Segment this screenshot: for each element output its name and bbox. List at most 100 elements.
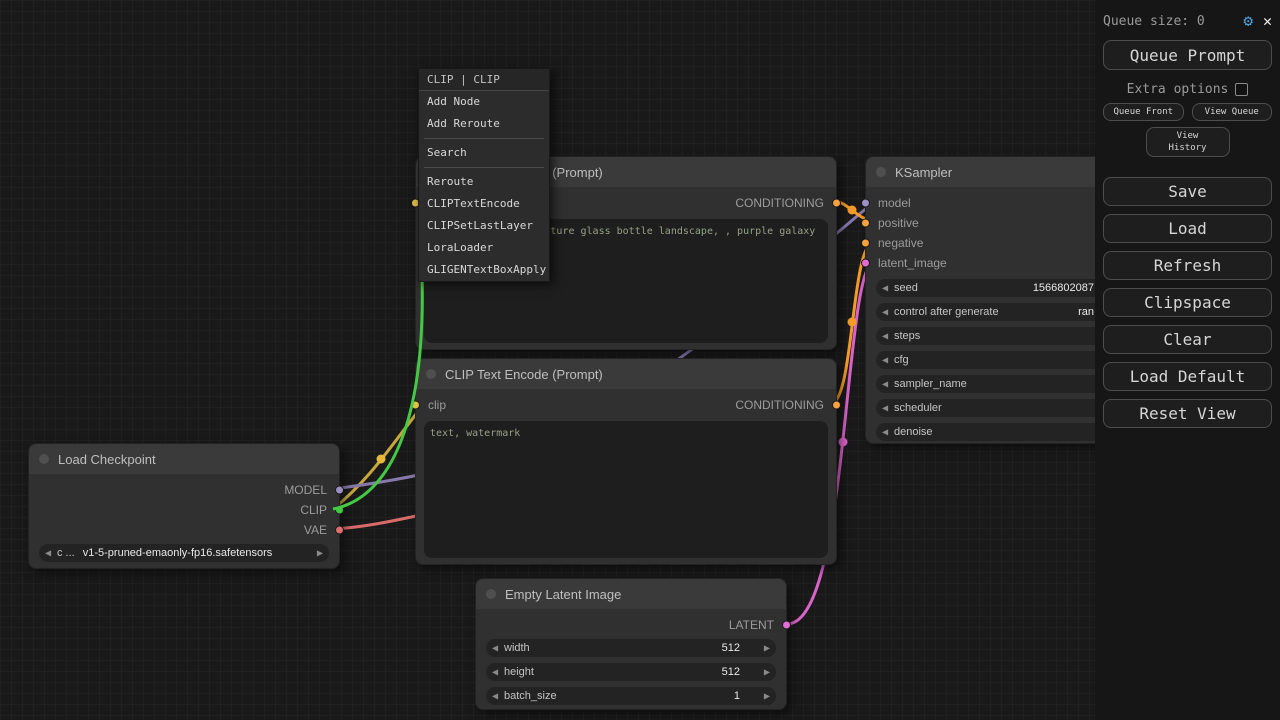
slot-row: clip CONDITIONING (416, 395, 836, 415)
queue-size-label: Queue size: 0 (1103, 14, 1205, 29)
menu-item-gligentextboxapply[interactable]: GLIGENTextBoxApply (419, 259, 549, 281)
clip-slot-dot[interactable] (335, 506, 344, 515)
slot-label: LATENT (729, 618, 774, 632)
node-load-checkpoint[interactable]: Load Checkpoint MODEL CLIP VAE c ... v1-… (28, 443, 340, 569)
output-slot-clip[interactable]: CLIP (29, 500, 339, 520)
prev-arrow-icon[interactable] (882, 332, 888, 341)
prev-arrow-icon[interactable] (882, 404, 888, 413)
clipspace-button[interactable]: Clipspace (1103, 288, 1272, 317)
slot-label: positive (878, 216, 919, 230)
node-empty-latent-image[interactable]: Empty Latent Image LATENT width 512 heig… (475, 578, 787, 710)
prev-arrow-icon[interactable] (882, 356, 888, 365)
ckpt-name-widget[interactable]: c ... v1-5-pruned-emaonly-fp16.safetenso… (39, 544, 329, 562)
output-slot-latent[interactable]: LATENT (476, 615, 786, 635)
widget-label: batch_size (504, 690, 557, 702)
clip-input-dot[interactable] (411, 401, 420, 410)
output-slot-model[interactable]: MODEL (29, 480, 339, 500)
next-arrow-icon[interactable] (764, 644, 770, 653)
slot-label: clip (428, 398, 446, 412)
widget-value: 1566802087 (1033, 282, 1094, 294)
menu-item-add-node[interactable]: Add Node (419, 91, 549, 113)
slot-label: latent_image (878, 256, 947, 270)
sampler-name-widget[interactable]: sampler_name (876, 375, 1124, 393)
seed-widget[interactable]: seed 1566802087 (876, 279, 1124, 297)
widget-label: sampler_name (894, 378, 967, 390)
vae-slot-dot[interactable] (335, 526, 344, 535)
collapse-dot-icon[interactable] (39, 454, 49, 464)
input-slot-positive[interactable]: positive (866, 213, 1134, 233)
cfg-widget[interactable]: cfg (876, 351, 1124, 369)
next-arrow-icon[interactable] (317, 549, 323, 558)
refresh-button[interactable]: Refresh (1103, 251, 1272, 280)
scheduler-widget[interactable]: scheduler (876, 399, 1124, 417)
next-arrow-icon[interactable] (764, 692, 770, 701)
menu-item-add-reroute[interactable]: Add Reroute (419, 113, 549, 135)
menu-item-search[interactable]: Search (419, 142, 549, 164)
output-slot-vae[interactable]: VAE (29, 520, 339, 540)
context-menu: CLIP | CLIP Add Node Add Reroute Search … (418, 68, 550, 282)
latent-input-dot[interactable] (861, 259, 870, 268)
menu-separator (424, 138, 544, 139)
steps-widget[interactable]: steps (876, 327, 1124, 345)
prev-arrow-icon[interactable] (882, 428, 888, 437)
clear-button[interactable]: Clear (1103, 325, 1272, 354)
settings-gear-icon[interactable]: ⚙ (1243, 13, 1253, 29)
queue-prompt-button[interactable]: Queue Prompt (1103, 40, 1272, 70)
widget-label: steps (894, 330, 920, 342)
widget-value: 512 (722, 642, 740, 654)
collapse-dot-icon[interactable] (486, 589, 496, 599)
prev-arrow-icon[interactable] (882, 308, 888, 317)
conditioning-output-dot[interactable] (832, 401, 841, 410)
extra-options-checkbox[interactable] (1235, 83, 1248, 96)
slot-label: VAE (304, 523, 327, 537)
prompt-text-area[interactable]: text, watermark (424, 421, 828, 558)
menu-item-cliptextencode[interactable]: CLIPTextEncode (419, 193, 549, 215)
node-title-bar[interactable]: KSampler (866, 157, 1134, 187)
comfyui-app: Load Checkpoint MODEL CLIP VAE c ... v1-… (0, 0, 1280, 720)
width-widget[interactable]: width 512 (486, 639, 776, 657)
widget-value: ran (1078, 306, 1094, 318)
model-input-dot[interactable] (861, 199, 870, 208)
input-slot-latent-image[interactable]: latent_image (866, 253, 1134, 273)
model-slot-dot[interactable] (335, 486, 344, 495)
prev-arrow-icon[interactable] (882, 284, 888, 293)
node-title-bar[interactable]: CLIP Text Encode (Prompt) (416, 359, 836, 389)
conditioning-output-dot[interactable] (832, 199, 841, 208)
slot-label: model (878, 196, 911, 210)
queue-front-button[interactable]: Queue Front (1103, 103, 1184, 121)
node-title-bar[interactable]: Empty Latent Image (476, 579, 786, 609)
batch-size-widget[interactable]: batch_size 1 (486, 687, 776, 705)
collapse-dot-icon[interactable] (876, 167, 886, 177)
prev-arrow-icon[interactable] (882, 380, 888, 389)
prev-arrow-icon[interactable] (492, 668, 498, 677)
latent-slot-dot[interactable] (782, 621, 791, 630)
close-sidebar-icon[interactable]: ✕ (1263, 14, 1272, 29)
widget-label: scheduler (894, 402, 942, 414)
next-arrow-icon[interactable] (764, 668, 770, 677)
prev-arrow-icon[interactable] (45, 549, 51, 558)
height-widget[interactable]: height 512 (486, 663, 776, 681)
input-slot-model[interactable]: model (866, 193, 1134, 213)
control-after-generate-widget[interactable]: control after generate ran (876, 303, 1124, 321)
node-title-text: Empty Latent Image (505, 587, 621, 602)
menu-item-loraloader[interactable]: LoraLoader (419, 237, 549, 259)
negative-input-dot[interactable] (861, 239, 870, 248)
menu-item-clipsetlastlayer[interactable]: CLIPSetLastLayer (419, 215, 549, 237)
load-default-button[interactable]: Load Default (1103, 362, 1272, 391)
view-queue-button[interactable]: View Queue (1192, 103, 1273, 121)
save-button[interactable]: Save (1103, 177, 1272, 206)
prev-arrow-icon[interactable] (492, 692, 498, 701)
widget-value: 1 (734, 690, 740, 702)
view-history-button[interactable]: View History (1146, 127, 1230, 157)
collapse-dot-icon[interactable] (426, 369, 436, 379)
slot-label: CLIP (300, 503, 327, 517)
menu-item-reroute[interactable]: Reroute (419, 171, 549, 193)
positive-input-dot[interactable] (861, 219, 870, 228)
load-button[interactable]: Load (1103, 214, 1272, 243)
input-slot-negative[interactable]: negative (866, 233, 1134, 253)
denoise-widget[interactable]: denoise (876, 423, 1124, 441)
reset-view-button[interactable]: Reset View (1103, 399, 1272, 428)
node-clip-text-encode-negative[interactable]: CLIP Text Encode (Prompt) clip CONDITION… (415, 358, 837, 565)
prev-arrow-icon[interactable] (492, 644, 498, 653)
node-title-bar[interactable]: Load Checkpoint (29, 444, 339, 474)
